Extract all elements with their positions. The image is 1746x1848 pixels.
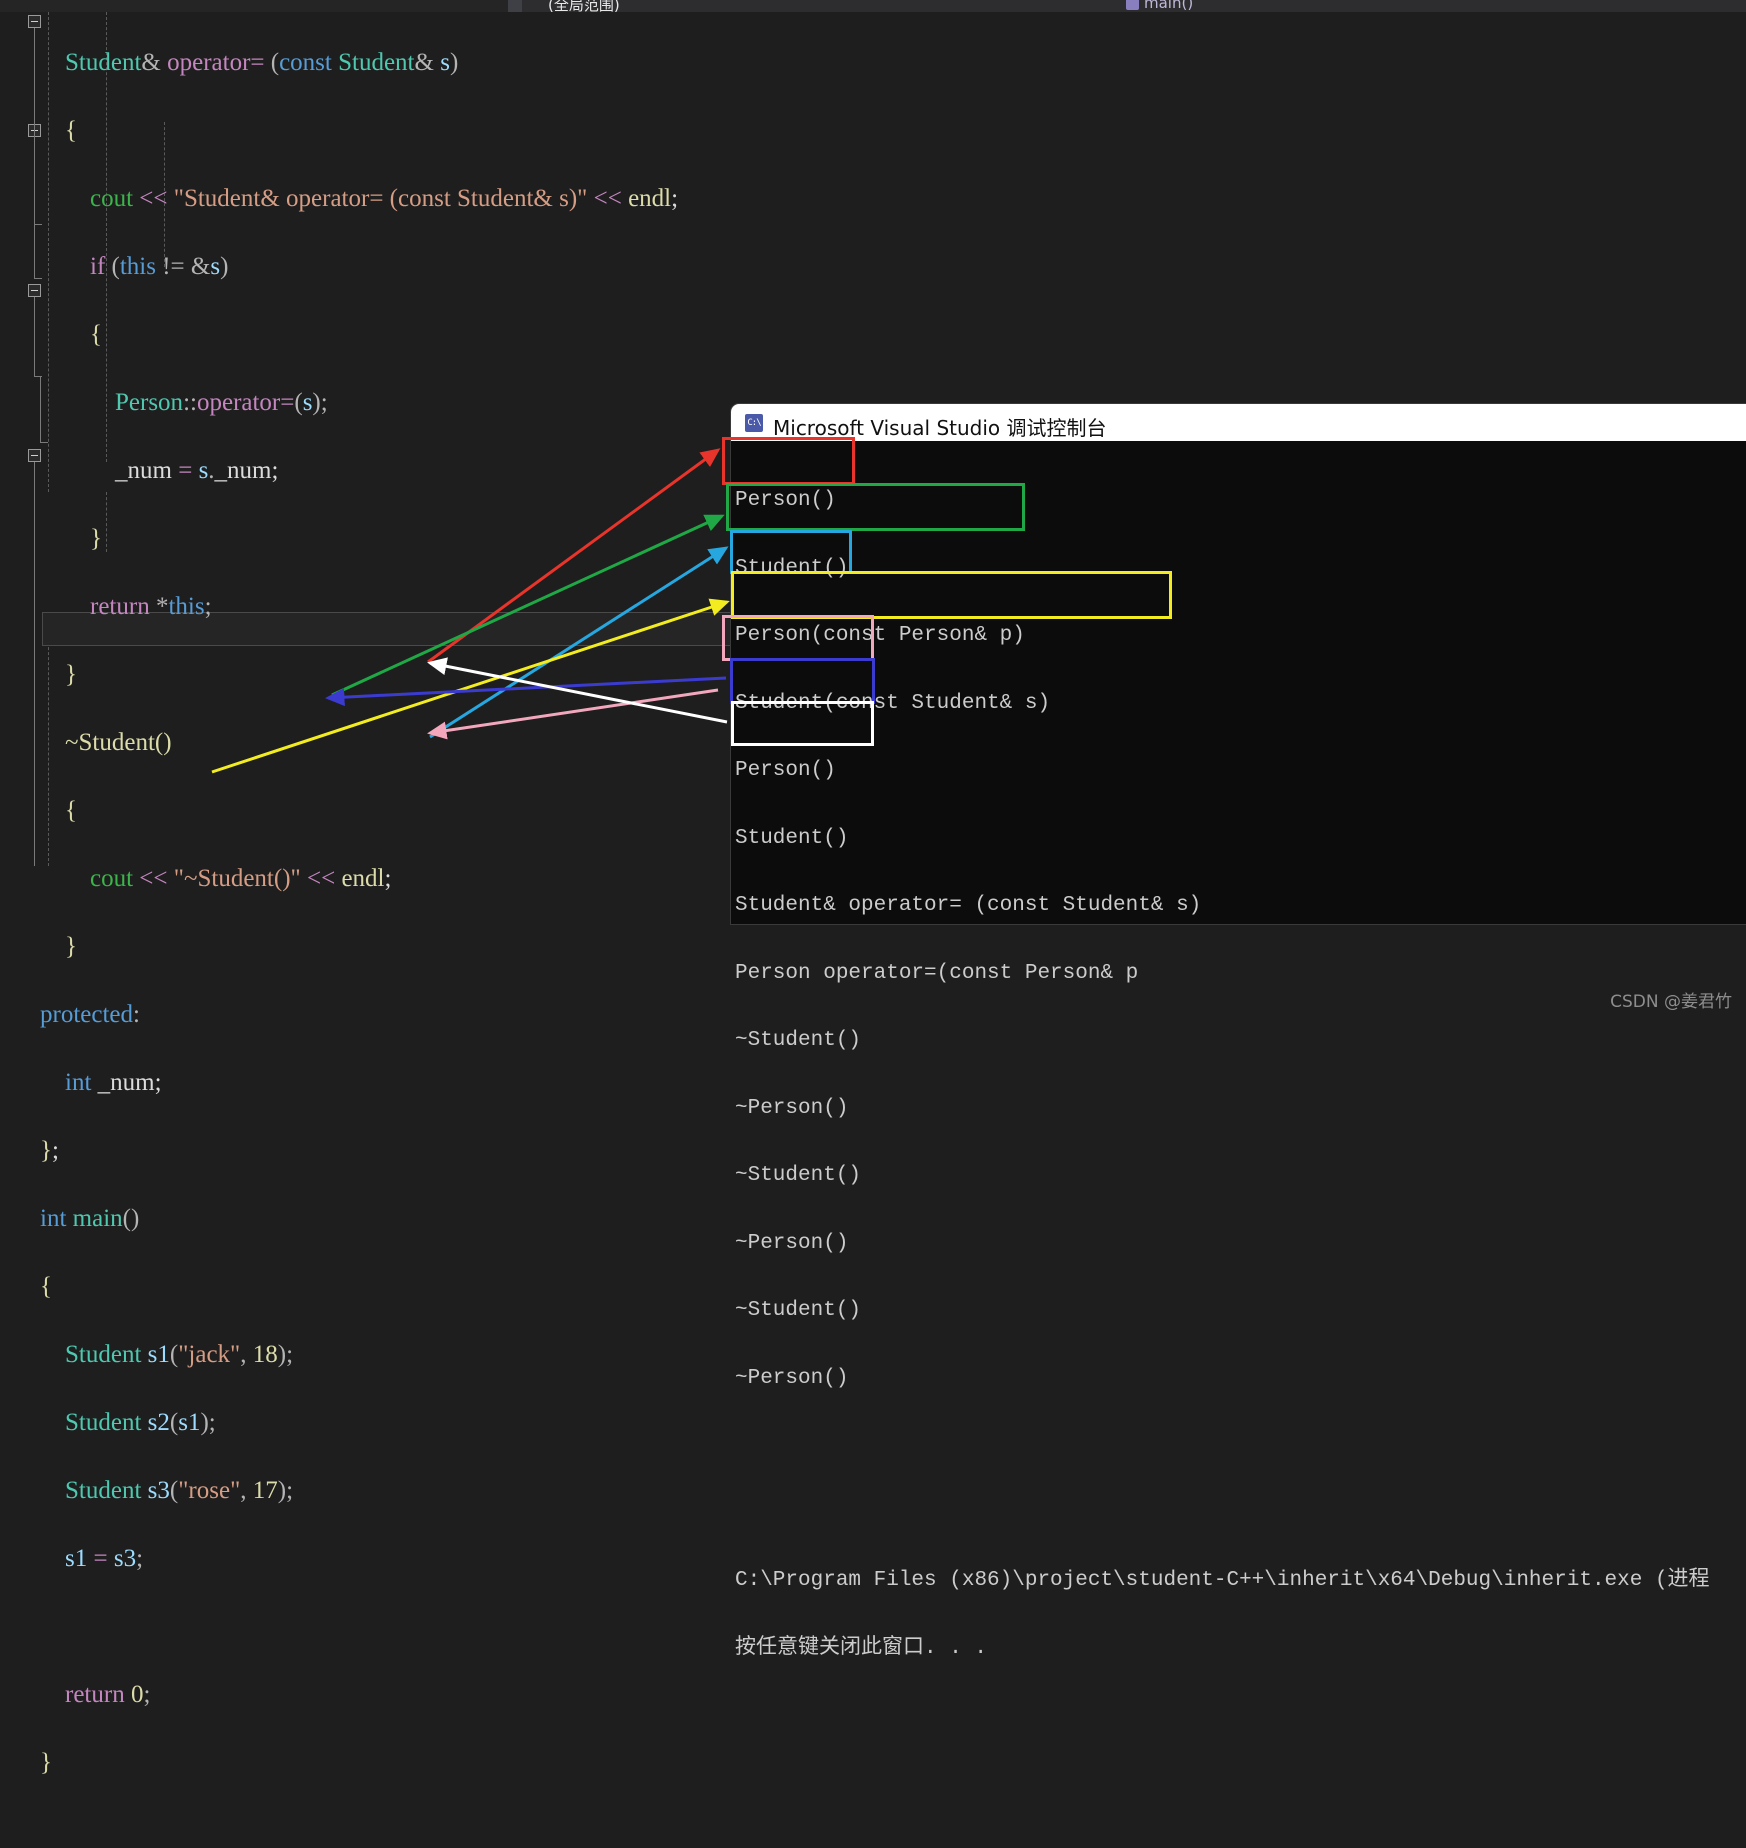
member-dropdown-label: main() <box>1144 0 1194 12</box>
code-line: cout << "Student& operator= (const Stude… <box>90 185 679 212</box>
code-line: int _num; <box>65 1069 162 1096</box>
method-icon <box>1126 0 1139 10</box>
console-line: Student& operator= (const Student& s) <box>735 894 1202 917</box>
console-line: ~Student() <box>735 1164 862 1187</box>
console-line: ~Person() <box>735 1366 849 1390</box>
console-title-bar[interactable]: C:\ Microsoft Visual Studio 调试控制台 <box>731 404 1746 441</box>
console-line: Person(const Person& p) <box>735 624 1025 647</box>
console-line: Person() <box>735 759 836 782</box>
editor-tab-bar <box>0 0 1746 12</box>
fold-bracket-line <box>34 224 35 279</box>
fold-bracket-line <box>34 297 35 377</box>
box-red <box>722 437 855 485</box>
debug-console-window[interactable]: C:\ Microsoft Visual Studio 调试控制台 Person… <box>731 404 1746 1659</box>
member-dropdown[interactable]: main() <box>1126 0 1193 12</box>
fold-bracket-line <box>34 462 35 866</box>
tab-inactive[interactable] <box>0 0 508 12</box>
box-pink <box>722 615 874 661</box>
console-line: Student(const Student& s) <box>735 691 1051 715</box>
console-line: C:\Program Files (x86)\project\student-C… <box>735 1569 1710 1592</box>
code-line: { <box>90 321 102 348</box>
code-line: int main() <box>40 1205 140 1232</box>
code-line: } <box>40 1749 52 1776</box>
box-cyan <box>730 530 852 574</box>
code-line: if (this != &s) <box>90 253 229 280</box>
console-line: 按任意键关闭此窗口. . . <box>735 1636 988 1660</box>
code-line: return 0; <box>65 1681 151 1708</box>
console-line: ~Student() <box>735 1299 862 1322</box>
box-yellow <box>731 571 1172 619</box>
code-line: }; <box>40 1137 59 1164</box>
tab-separator <box>508 0 522 12</box>
watermark: CSDN @姜君竹 <box>1610 992 1732 1012</box>
console-line: ~Student() <box>735 1029 862 1052</box>
console-line: Person operator=(const Person& p <box>735 961 1139 985</box>
console-line: Student() <box>735 826 849 850</box>
code-line: { <box>40 1273 52 1300</box>
code-line: { <box>40 117 77 144</box>
code-line: Student& operator= (const Student& s) <box>65 49 459 76</box>
box-blue <box>730 658 875 704</box>
console-line: ~Person() <box>735 1231 849 1255</box>
box-green <box>726 483 1025 531</box>
fold-bracket-line <box>34 28 35 228</box>
console-app-icon: C:\ <box>745 414 763 432</box>
console-line: ~Person() <box>735 1096 849 1120</box>
box-white <box>731 701 874 746</box>
